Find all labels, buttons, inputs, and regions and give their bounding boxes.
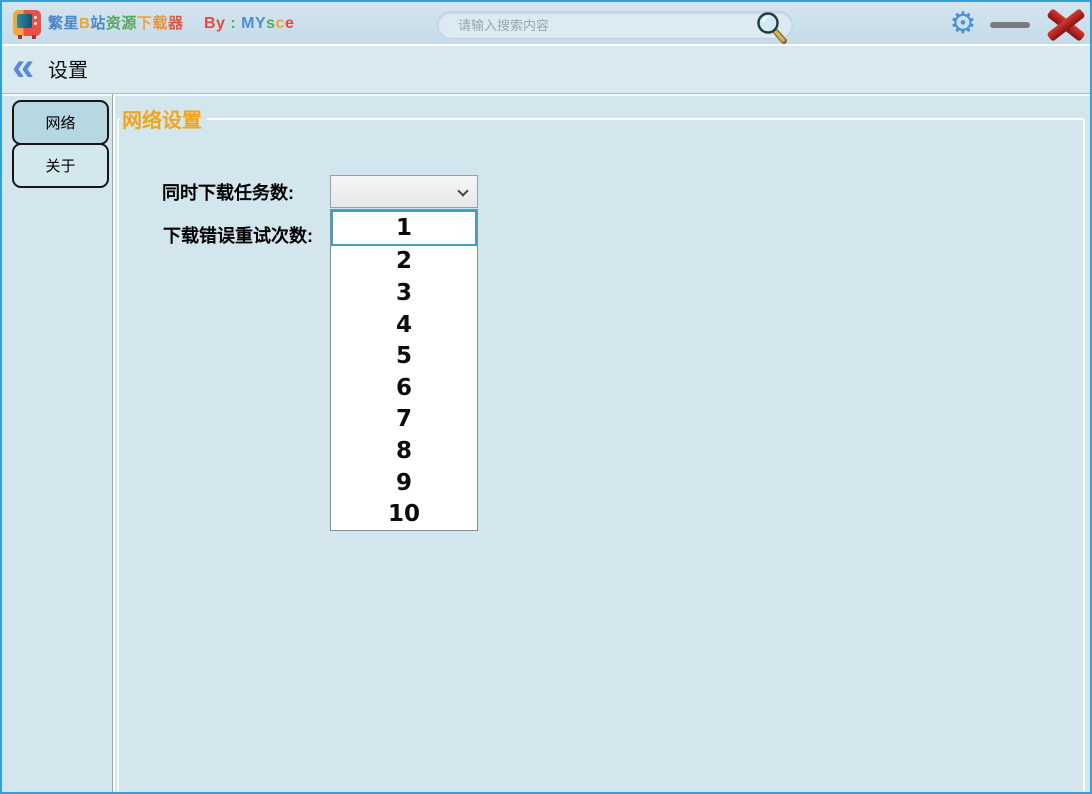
byline-part: : <box>225 15 242 32</box>
combobox-dropdown-list: 1 2 3 4 5 6 7 8 9 10 <box>330 209 478 531</box>
tv-icon-dot <box>34 22 37 25</box>
dropdown-option[interactable]: 7 <box>331 404 477 436</box>
sidebar-item-about[interactable]: 关于 <box>12 143 109 188</box>
app-title-char: 星 <box>63 15 80 32</box>
dropdown-option[interactable]: 5 <box>331 340 477 372</box>
tv-icon-leg <box>32 35 36 39</box>
app-title-char: 器 <box>167 15 184 32</box>
tv-icon-screen <box>17 14 32 28</box>
app-title-char: 繁 <box>48 15 64 32</box>
app-title-char: 源 <box>121 15 137 32</box>
byline-part: s <box>266 15 276 32</box>
tv-icon-dot <box>34 16 37 19</box>
app-title-char: B <box>79 15 91 32</box>
dropdown-option[interactable]: 8 <box>331 435 477 467</box>
dropdown-option[interactable]: 2 <box>331 246 477 278</box>
byline-part: MY <box>241 15 267 32</box>
sidebar-item-network[interactable]: 网络 <box>12 100 109 145</box>
app-title-char: 资 <box>105 15 122 32</box>
dropdown-option[interactable]: 3 <box>331 277 477 309</box>
settings-body: 网络 关于 网络设置 同时下载任务数: 下载错误重试次数: 1 2 3 4 5 <box>2 94 1090 792</box>
group-title: 网络设置 <box>122 110 202 132</box>
title-bar: 繁星B站资源下载器 By : MYsce ⚙ <box>2 2 1090 46</box>
app-title-char: 载 <box>152 15 168 32</box>
page-title: 设置 <box>48 60 88 82</box>
concurrent-downloads-label: 同时下载任务数: <box>162 183 294 203</box>
network-settings-group: 网络设置 <box>117 104 1085 792</box>
tv-icon-leg <box>18 35 22 39</box>
app-window: 繁星B站资源下载器 By : MYsce ⚙ « 设置 网络 关于 <box>0 0 1092 794</box>
search-box <box>437 11 793 44</box>
sidebar-item-label: 网络 <box>45 115 76 132</box>
app-title-char: 站 <box>90 15 106 32</box>
settings-header-bar: « 设置 <box>2 43 1090 94</box>
byline-part: e <box>284 15 295 32</box>
settings-content: 网络设置 同时下载任务数: 下载错误重试次数: 1 2 3 4 5 6 7 8 … <box>113 94 1090 792</box>
retry-count-label: 下载错误重试次数: <box>163 226 313 246</box>
dropdown-option[interactable]: 10 <box>331 498 477 530</box>
dropdown-option[interactable]: 9 <box>331 467 477 499</box>
chevron-down-icon <box>457 185 469 197</box>
dropdown-option[interactable]: 6 <box>331 372 477 404</box>
minimize-icon[interactable] <box>990 22 1030 28</box>
byline: By : MYsce <box>204 2 294 46</box>
concurrent-downloads-combobox[interactable] <box>330 175 478 208</box>
search-icon[interactable] <box>752 10 790 44</box>
gear-icon[interactable]: ⚙ <box>946 3 980 45</box>
byline-part: By <box>204 15 226 32</box>
sidebar-item-label: 关于 <box>45 158 76 175</box>
search-input[interactable] <box>438 12 752 38</box>
close-icon[interactable] <box>1047 9 1085 41</box>
tv-icon <box>13 10 41 39</box>
dropdown-option[interactable]: 1 <box>331 210 477 246</box>
byline-part: c <box>275 15 285 32</box>
settings-sidebar: 网络 关于 <box>2 94 113 792</box>
back-icon[interactable]: « <box>12 43 34 91</box>
dropdown-option[interactable]: 4 <box>331 309 477 341</box>
app-title: 繁星B站资源下载器 <box>48 2 183 46</box>
app-title-char: 下 <box>136 15 153 32</box>
